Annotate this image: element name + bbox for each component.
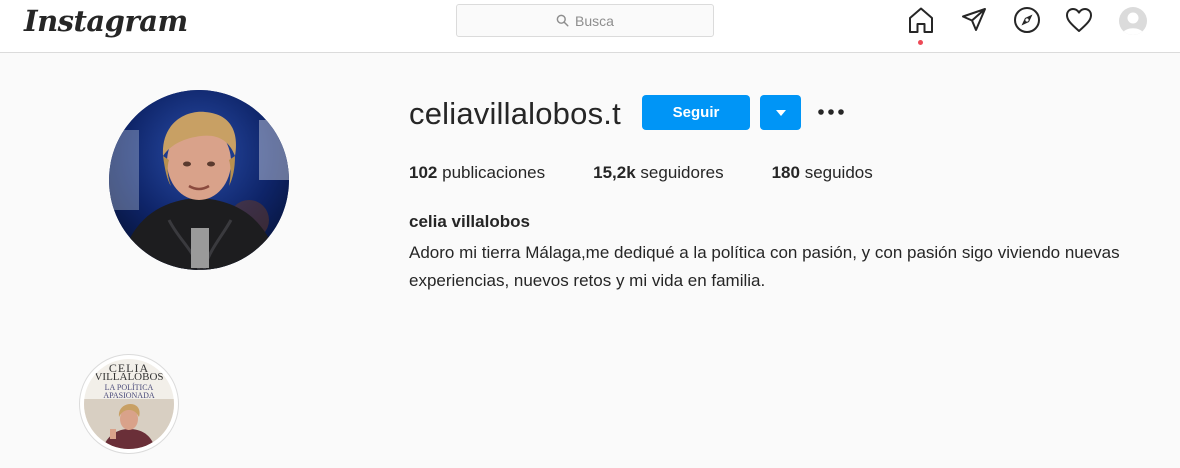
search-icon bbox=[556, 14, 569, 27]
highlight-cover-title-line2: VILLALOBOS bbox=[94, 371, 164, 383]
posts-label: publicaciones bbox=[442, 163, 546, 182]
search-input[interactable]: Busca bbox=[456, 4, 714, 37]
profile-photo-illustration bbox=[109, 90, 289, 270]
caret-down-icon bbox=[775, 109, 786, 116]
following-label: seguidos bbox=[804, 163, 873, 182]
suggested-accounts-dropdown-button[interactable] bbox=[760, 95, 801, 130]
followers-stat[interactable]: 15,2k seguidores bbox=[593, 163, 723, 183]
direct-icon[interactable] bbox=[960, 6, 988, 34]
explore-icon[interactable] bbox=[1013, 6, 1041, 34]
highlight-cover-photo bbox=[84, 399, 174, 449]
activity-heart-icon[interactable] bbox=[1065, 6, 1093, 34]
profile-bio: Adoro mi tierra Málaga,me dediqué a la p… bbox=[409, 243, 1120, 290]
ellipsis-icon bbox=[818, 109, 844, 115]
profile-picture[interactable] bbox=[109, 90, 289, 270]
story-highlight-cover: CELIA VILLALOBOS LA POLÍTICA APASIONADA bbox=[84, 359, 174, 449]
following-count: 180 bbox=[771, 163, 800, 182]
follow-button[interactable]: Seguir bbox=[642, 95, 750, 130]
following-stat[interactable]: 180 seguidos bbox=[772, 163, 873, 183]
profile-avatar[interactable] bbox=[1119, 7, 1147, 35]
posts-stat: 102 publicaciones bbox=[409, 163, 545, 183]
profile-username: celiavillalobos.t bbox=[409, 96, 621, 131]
home-notification-dot bbox=[918, 40, 923, 45]
top-navigation-bar: Instagram Busca bbox=[0, 0, 1180, 53]
posts-count: 102 bbox=[409, 163, 438, 182]
profile-stats: 102 publicaciones 15,2k seguidores 180 s… bbox=[409, 163, 921, 183]
profile-full-name: celia villalobos bbox=[409, 212, 530, 231]
more-options-button[interactable] bbox=[816, 100, 846, 124]
user-silhouette-icon bbox=[1122, 12, 1144, 35]
search-placeholder: Busca bbox=[575, 12, 614, 29]
home-icon[interactable] bbox=[907, 6, 935, 34]
story-highlight[interactable]: CELIA VILLALOBOS LA POLÍTICA APASIONADA bbox=[79, 354, 179, 454]
followers-label: seguidores bbox=[640, 163, 724, 182]
instagram-logo[interactable]: Instagram bbox=[24, 4, 188, 38]
followers-count: 15,2k bbox=[593, 163, 636, 182]
